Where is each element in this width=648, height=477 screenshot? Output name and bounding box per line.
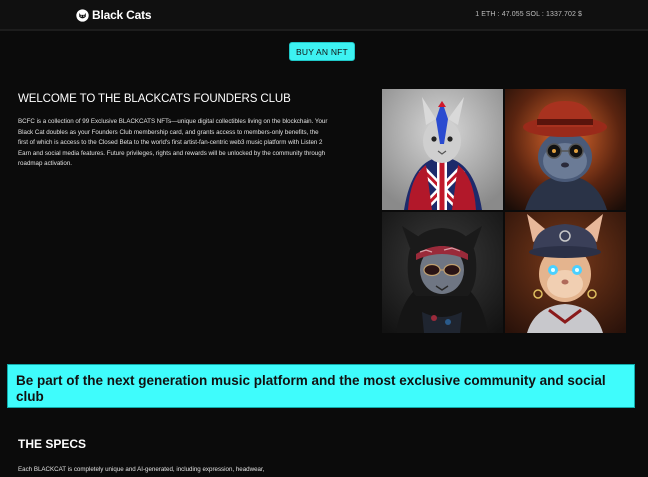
cat-paw-icon	[76, 8, 89, 22]
nft-image-red-hat-blue-cat[interactable]	[505, 89, 626, 210]
nft-image-union-jack-hoodie-cat[interactable]	[382, 89, 503, 210]
welcome-heading: WELCOME TO THE BLACKCATS FOUNDERS CLUB	[18, 93, 291, 105]
nft-image-cap-glowing-eyes-cat[interactable]	[505, 212, 626, 333]
logo-text: Black Cats	[92, 8, 152, 22]
cat-portrait-icon	[505, 212, 626, 333]
promo-banner-text: Be part of the next generation music pla…	[16, 373, 606, 404]
nft-gallery	[382, 89, 627, 333]
buy-nft-button[interactable]: BUY AN NFT	[289, 42, 355, 61]
welcome-description: BCFC is a collection of 99 Exclusive BLA…	[18, 118, 328, 168]
cat-portrait-icon	[505, 89, 626, 210]
cat-portrait-icon	[382, 212, 503, 333]
specs-description: Each BLACKCAT is completely unique and A…	[18, 466, 265, 473]
cat-portrait-icon	[382, 89, 503, 210]
top-navigation-bar: Black Cats 1 ETH : 47.055 SOL : 1337.702…	[0, 0, 648, 31]
specs-heading: THE SPECS	[18, 437, 87, 451]
logo[interactable]: Black Cats	[76, 8, 152, 22]
promo-banner: Be part of the next generation music pla…	[7, 364, 635, 408]
nft-image-bandana-sunglasses-cat[interactable]	[382, 212, 503, 333]
exchange-rate-display: 1 ETH : 47.055 SOL : 1337.702 $	[475, 11, 582, 18]
